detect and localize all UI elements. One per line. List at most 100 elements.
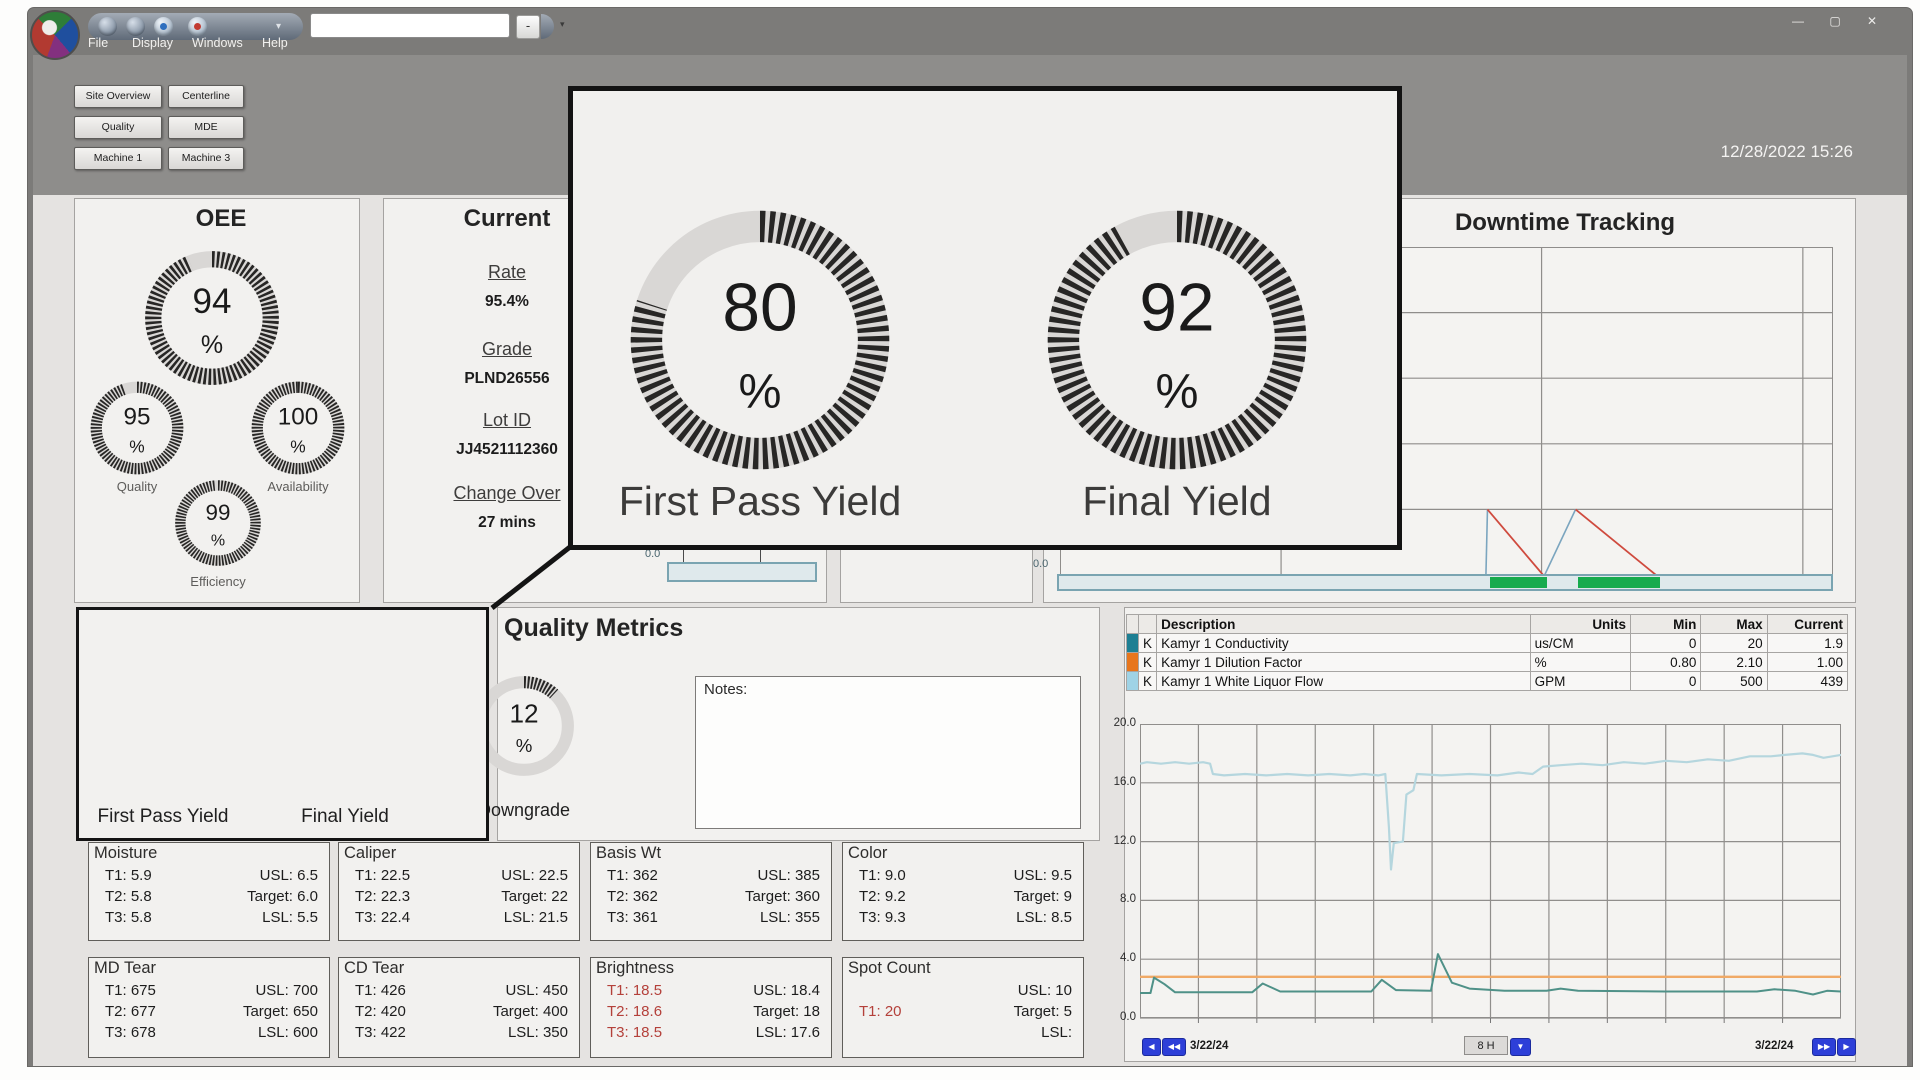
nav-button-mde[interactable]: MDE [168, 116, 244, 139]
downtime-title: Downtime Tracking [1425, 209, 1705, 237]
nav-button-quality[interactable]: Quality [74, 116, 162, 139]
trend-y-tick: 16.0 [1100, 776, 1136, 788]
trend-start-date: 3/22/24 [1190, 1040, 1228, 1052]
tile-test-value: T3: 678 [105, 1024, 156, 1041]
tile-spec-value: USL: 10 [1018, 982, 1072, 999]
tile-title: Spot Count [848, 959, 931, 978]
tile-test-value: T1: 5.9 [105, 867, 152, 884]
series-swatch [1127, 653, 1139, 672]
minimize-button[interactable]: — [1784, 12, 1812, 30]
trend-y-tick: 0.0 [1100, 1011, 1136, 1023]
svg-text:%: % [201, 331, 223, 359]
nav-button-site-overview[interactable]: Site Overview [74, 85, 162, 108]
tile-spec-value: Target: 650 [243, 1003, 318, 1020]
tile-spec-value: LSL: 355 [760, 909, 820, 926]
tile-title: Color [848, 844, 887, 863]
nav-forward-icon[interactable] [126, 17, 145, 36]
trend-y-tick: 8.0 [1100, 893, 1136, 905]
trend-range-select[interactable]: 8 H [1464, 1036, 1508, 1055]
trend-step-forward-button[interactable]: ▶ [1837, 1038, 1856, 1056]
tile-test-value: T3: 361 [607, 909, 658, 926]
nav-button-machine-1[interactable]: Machine 1 [74, 147, 162, 170]
trend-page-forward-button[interactable]: ▶▶ [1812, 1038, 1836, 1056]
toolbar-chevron-icon[interactable]: ▾ [276, 21, 281, 32]
close-button[interactable]: ✕ [1858, 12, 1886, 30]
trend-y-tick: 4.0 [1100, 952, 1136, 964]
cell-description: Kamyr 1 Conductivity [1157, 634, 1531, 653]
tile-test-value: T3: 422 [355, 1024, 406, 1041]
overlay-first-pass-yield-gauge: 80% [615, 195, 905, 485]
tile-test-value: T1: 18.5 [607, 982, 662, 999]
tile-brightness: BrightnessT1: 18.5T2: 18.6T3: 18.5USL: 1… [590, 957, 832, 1058]
menu-item-file[interactable]: File [88, 36, 108, 50]
oee-main-gauge: 94% [137, 243, 287, 393]
trend-chart [1140, 724, 1841, 1024]
tile-test-value: T2: 22.3 [355, 888, 410, 905]
tile-title: Caliper [344, 844, 396, 863]
menu-item-windows[interactable]: Windows [192, 36, 243, 50]
quality-metrics-title: Quality Metrics [504, 614, 784, 643]
oee-availability-label: Availability [238, 479, 358, 494]
overlay-final-yield-label: Final Yield [997, 478, 1357, 525]
tile-test-value: T2: 420 [355, 1003, 406, 1020]
current-mini-bar [667, 562, 817, 582]
table-row[interactable]: KKamyr 1 Conductivityus/CM0201.9 [1127, 634, 1848, 653]
nav-button-machine-3[interactable]: Machine 3 [168, 147, 244, 170]
cell-tag: K [1139, 672, 1157, 691]
table-row[interactable]: KKamyr 1 Dilution Factor%0.802.101.00 [1127, 653, 1848, 672]
cell-tag: K [1139, 653, 1157, 672]
cell-min: 0.80 [1631, 653, 1701, 672]
maximize-button[interactable]: ▢ [1821, 12, 1849, 30]
blue-dot-icon [160, 23, 167, 30]
downtime-strip [1057, 574, 1833, 591]
svg-text:%: % [1156, 365, 1199, 419]
address-input[interactable] [310, 13, 510, 38]
downtime-event-bar [1490, 577, 1547, 588]
tile-test-value: T1: 22.5 [355, 867, 410, 884]
nav-button-centerline[interactable]: Centerline [168, 85, 244, 108]
tile-moisture: MoistureT1: 5.9T2: 5.8T3: 5.8USL: 6.5Tar… [88, 842, 330, 941]
svg-text:%: % [739, 365, 782, 419]
menu-item-display[interactable]: Display [132, 36, 173, 50]
svg-text:%: % [129, 436, 144, 456]
oee-availability-gauge: 100% [246, 376, 350, 480]
tile-test-value: T3: 9.3 [859, 909, 906, 926]
tile-spot-count: Spot CountT1: 20USL: 10Target: 5LSL: [842, 957, 1084, 1058]
trend-page-back-button[interactable]: ◀◀ [1162, 1038, 1186, 1056]
table-header-min[interactable]: Min [1631, 615, 1701, 634]
cell-current: 439 [1767, 672, 1847, 691]
oee-efficiency-label: Efficiency [158, 574, 278, 589]
notes-textarea[interactable]: Notes: [695, 676, 1081, 829]
tile-spec-value: USL: 18.4 [753, 982, 820, 999]
tile-test-value: T2: 5.8 [105, 888, 152, 905]
tile-test-value: T2: 9.2 [859, 888, 906, 905]
svg-text:95: 95 [124, 404, 151, 431]
tag-table: DescriptionUnitsMinMaxCurrentKKamyr 1 Co… [1126, 614, 1848, 691]
oee-quality-gauge: 95% [85, 376, 189, 480]
toolbar-dropdown-icon[interactable]: ▾ [560, 19, 565, 30]
cell-current: 1.9 [1767, 634, 1847, 653]
downtime-baseline-label: 0.0 [1033, 558, 1048, 570]
tile-test-value: T3: 18.5 [607, 1024, 662, 1041]
table-header-current[interactable]: Current [1767, 615, 1847, 634]
table-header-description[interactable]: Description [1157, 615, 1531, 634]
cell-units: % [1530, 653, 1630, 672]
trend-step-back-button[interactable]: ◀ [1142, 1038, 1161, 1056]
cell-current: 1.00 [1767, 653, 1847, 672]
svg-text:%: % [290, 436, 305, 456]
table-header-units[interactable]: Units [1530, 615, 1630, 634]
menu-item-help[interactable]: Help [262, 36, 288, 50]
cell-tag: K [1139, 634, 1157, 653]
table-row[interactable]: KKamyr 1 White Liquor FlowGPM0500439 [1127, 672, 1848, 691]
trend-range-dropdown-button[interactable]: ▼ [1510, 1038, 1531, 1056]
snapshot-icon[interactable] [154, 17, 173, 36]
tile-caliper: CaliperT1: 22.5T2: 22.3T3: 22.4USL: 22.5… [338, 842, 580, 941]
nav-back-icon[interactable] [98, 17, 117, 36]
red-dot-icon [194, 23, 201, 30]
record-icon[interactable] [188, 17, 207, 36]
table-header-max[interactable]: Max [1701, 615, 1767, 634]
cell-description: Kamyr 1 White Liquor Flow [1157, 672, 1531, 691]
tile-test-value: T2: 677 [105, 1003, 156, 1020]
tile-title: MD Tear [94, 959, 156, 978]
swatch-column-header [1127, 615, 1139, 634]
